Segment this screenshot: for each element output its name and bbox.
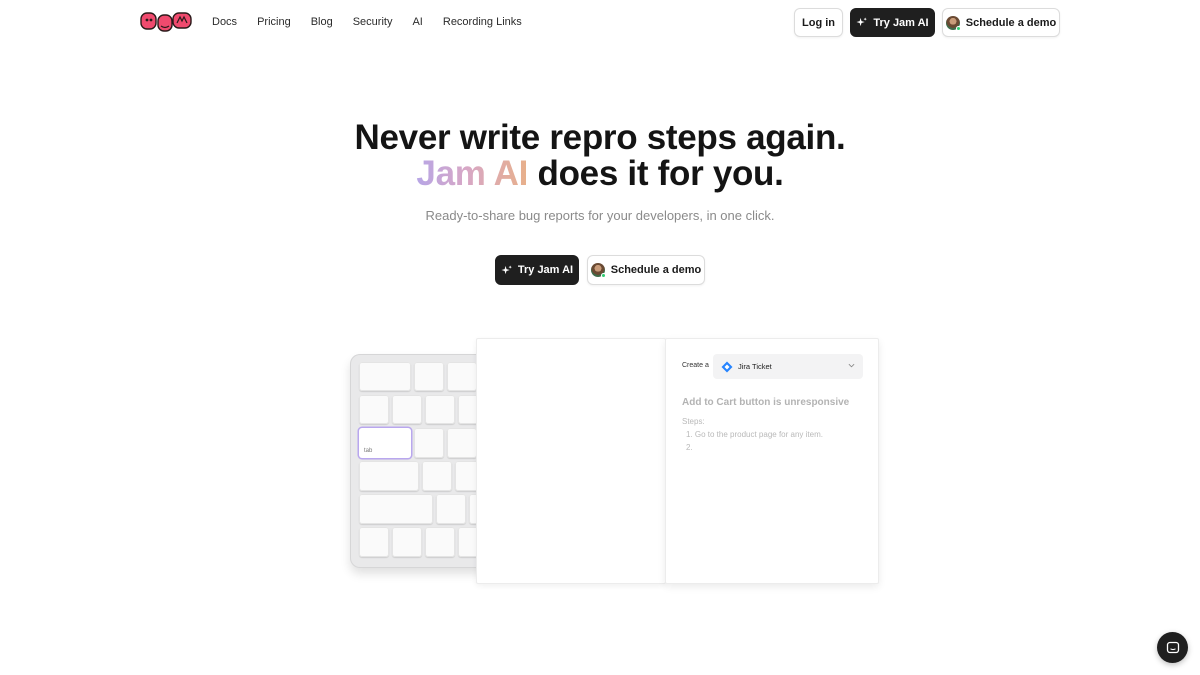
nav-schedule-demo-button[interactable]: Schedule a demo (942, 8, 1060, 37)
steps-label: Steps: (682, 417, 705, 426)
keyboard-key (425, 527, 455, 557)
sparkle-icon (856, 17, 868, 27)
nav-try-jam-ai-button[interactable]: Try Jam AI (850, 8, 935, 37)
hero-title-line-1: Never write repro steps again. (354, 118, 846, 157)
keyboard-key (414, 362, 444, 391)
keyboard-key (422, 461, 452, 491)
hero-schedule-demo-button[interactable]: Schedule a demo (587, 255, 705, 285)
hero-try-jam-ai-label: Try Jam AI (517, 264, 574, 276)
keyboard-key (359, 527, 389, 557)
hero-try-jam-ai-button[interactable]: Try Jam AI (495, 255, 579, 285)
keyboard-key (436, 494, 466, 524)
login-button-label: Log in (802, 16, 835, 29)
avatar (590, 263, 606, 278)
keyboard-key (359, 461, 419, 491)
nav-link-ai[interactable]: AI (412, 16, 422, 28)
jam-logo[interactable] (140, 10, 192, 34)
nav-try-jam-ai-label: Try Jam AI (873, 16, 929, 29)
chat-bubble-icon (1166, 641, 1179, 653)
nav-link-docs[interactable]: Docs (212, 16, 237, 28)
step-item: 1. Go to the product page for any item. (686, 430, 823, 439)
keyboard-key (359, 362, 411, 391)
keyboard-key (392, 395, 422, 424)
preview-panel (476, 338, 666, 584)
sparkle-icon (501, 264, 512, 274)
nav-links: Docs Pricing Blog Security AI Recording … (212, 16, 542, 28)
nav-link-recording-links[interactable]: Recording Links (443, 16, 522, 28)
online-status-dot (955, 25, 961, 31)
top-navigation: Docs Pricing Blog Security AI Recording … (0, 0, 1200, 46)
keyboard-key (425, 395, 455, 424)
login-button[interactable]: Log in (794, 8, 843, 37)
nav-link-security[interactable]: Security (353, 16, 393, 28)
nav-link-pricing[interactable]: Pricing (257, 16, 291, 28)
create-label: Create a (682, 362, 709, 369)
bug-report-panel: Create a Jira Ticket Add to Cart button … (665, 338, 879, 584)
issue-title: Add to Cart button is unresponsive (682, 397, 850, 408)
hero-title-line-2-rest: does it for you. (528, 154, 784, 193)
hero-subtitle: Ready-to-share bug reports for your deve… (425, 208, 775, 223)
online-status-dot (600, 273, 606, 278)
nav-schedule-demo-label: Schedule a demo (965, 16, 1057, 29)
chat-launcher-button[interactable] (1157, 632, 1188, 663)
keyboard-key (392, 527, 422, 557)
hero-title-accent: Jam AI (416, 154, 529, 193)
keyboard-key (447, 428, 477, 458)
jira-icon (721, 361, 733, 372)
keyboard-key (414, 428, 444, 458)
nav-link-blog[interactable]: Blog (311, 16, 333, 28)
keyboard-key (359, 494, 433, 524)
hero-title-line-2: Jam AI does it for you. (0, 156, 1200, 192)
keyboard-key (359, 395, 389, 424)
avatar (945, 15, 961, 31)
chevron-down-icon (848, 363, 855, 368)
hero-schedule-demo-label: Schedule a demo (610, 264, 702, 276)
tab-key: tab (359, 428, 411, 458)
ticket-type-value: Jira Ticket (738, 362, 772, 371)
step-item: 2. (686, 443, 693, 452)
ticket-type-select[interactable]: Jira Ticket (713, 354, 863, 379)
tab-key-label: tab (364, 448, 373, 454)
keyboard-key (447, 362, 477, 391)
